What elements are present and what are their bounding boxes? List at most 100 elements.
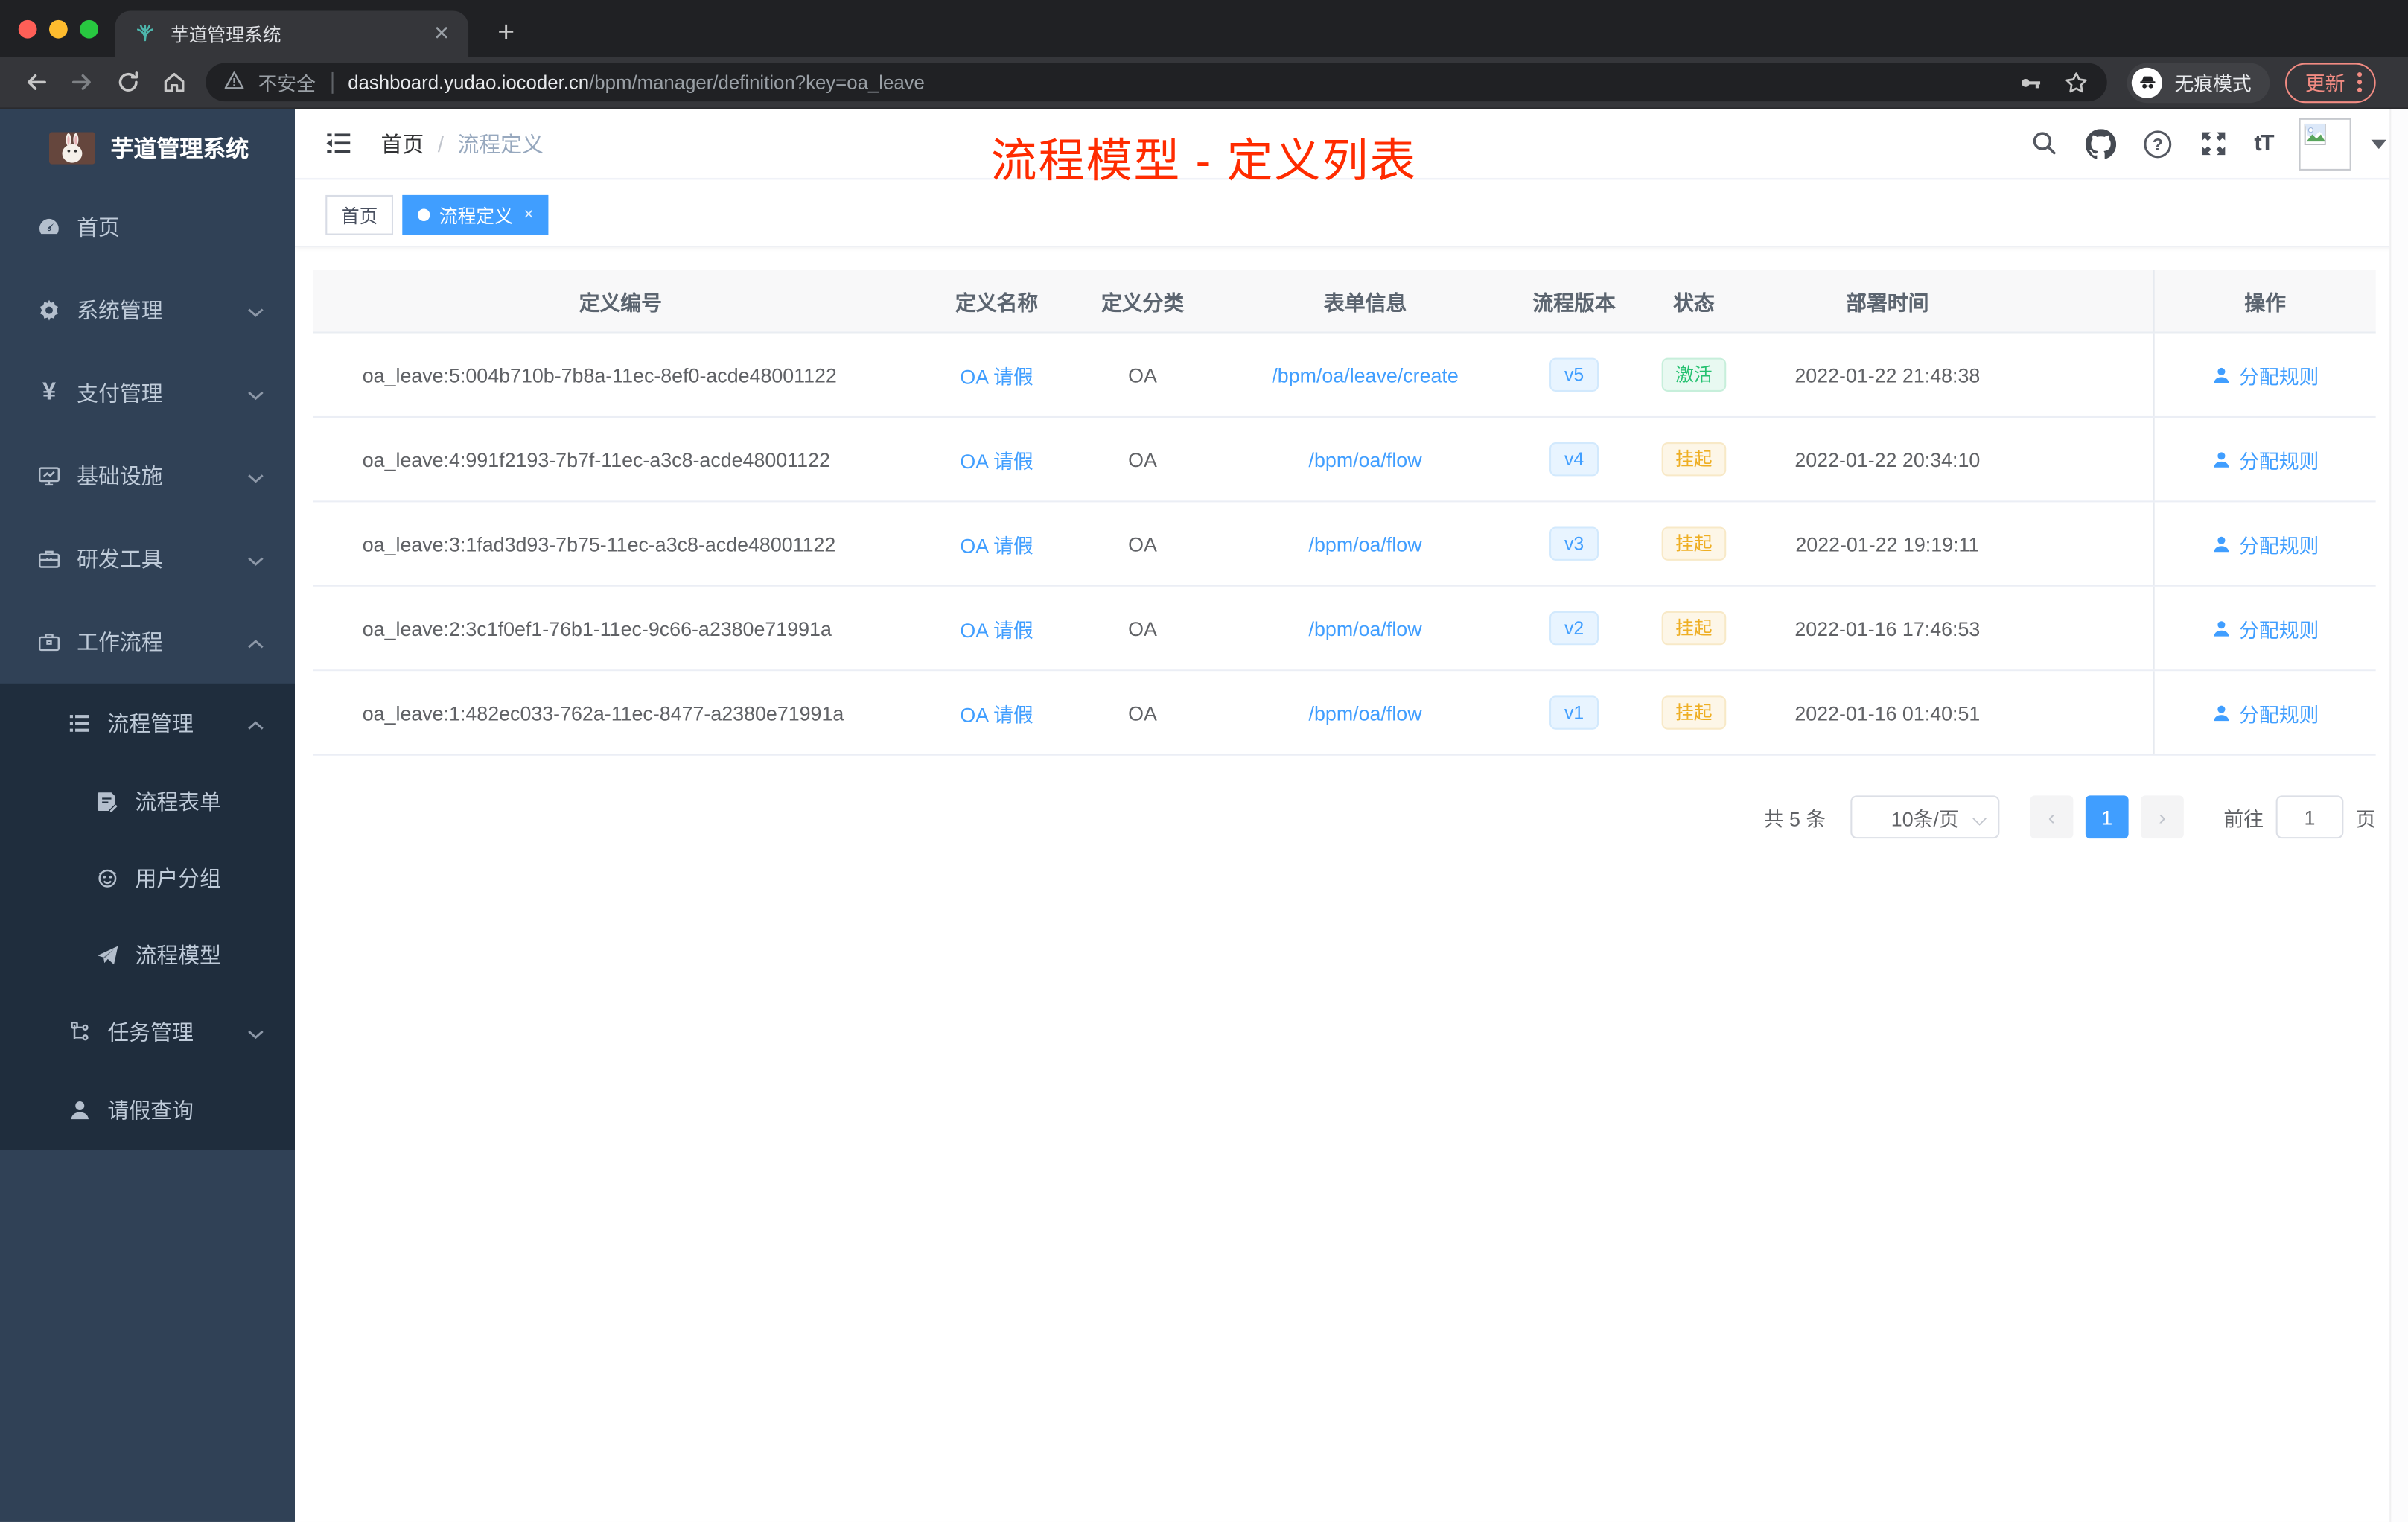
- password-key-icon[interactable]: [2018, 70, 2042, 95]
- sidebar-item-task-mgmt[interactable]: 任务管理: [0, 993, 295, 1070]
- status-badge: 挂起: [1661, 611, 1727, 646]
- assign-rule-label: 分配规则: [2239, 618, 2319, 642]
- sidebar-item-workflow[interactable]: 工作流程: [0, 600, 295, 683]
- column-header: 操作: [2153, 270, 2376, 332]
- chevron-down-icon: [247, 464, 264, 488]
- column-header: 部署时间: [1846, 291, 1929, 315]
- home-icon[interactable]: [153, 63, 194, 103]
- sidebar-item-payment[interactable]: ¥ 支付管理: [0, 351, 295, 434]
- avatar-dropdown-caret-icon[interactable]: [2371, 138, 2387, 149]
- assign-rule-link[interactable]: 分配规则: [2211, 698, 2319, 727]
- sidebar-item-process-form[interactable]: 流程表单: [0, 763, 295, 840]
- scrollbar-track[interactable]: [2389, 109, 2408, 1522]
- bookmark-star-icon[interactable]: [2064, 70, 2089, 95]
- paper-plane-icon: [95, 943, 120, 967]
- form-info-link[interactable]: /bpm/oa/flow: [1309, 701, 1422, 725]
- sidebar-item-infra[interactable]: 基础设施: [0, 435, 295, 518]
- page-number-1[interactable]: 1: [2085, 795, 2129, 839]
- url-host: dashboard.yudao.iocoder.cn: [348, 71, 590, 93]
- sidebar-item-label: 基础设施: [77, 463, 163, 488]
- sidebar-item-system[interactable]: 系统管理: [0, 269, 295, 351]
- definition-name-link[interactable]: OA 请假: [960, 618, 1033, 641]
- chevron-down-icon: [247, 547, 264, 571]
- sidebar: 芋道管理系统 首页 系统管理 ¥ 支付管理 基础设施 研发工具 工作流程 流程管…: [0, 109, 295, 1522]
- sidebar-item-process-model[interactable]: 流程模型: [0, 917, 295, 993]
- assign-rule-link[interactable]: 分配规则: [2211, 360, 2319, 389]
- form-edit-icon: [95, 789, 120, 815]
- yen-icon: ¥: [42, 379, 57, 406]
- search-icon[interactable]: [2030, 129, 2059, 158]
- tag-label: 首页: [340, 205, 378, 227]
- fullscreen-icon[interactable]: [2199, 129, 2228, 158]
- assign-rule-link[interactable]: 分配规则: [2211, 445, 2319, 474]
- goto-page-input[interactable]: [2275, 795, 2344, 839]
- sidebar-item-user-group[interactable]: 用户分组: [0, 840, 295, 917]
- tag-process-definition[interactable]: 流程定义 ×: [402, 194, 550, 235]
- maximize-window-button[interactable]: [80, 19, 98, 39]
- form-info-link[interactable]: /bpm/oa/flow: [1309, 448, 1422, 471]
- assign-rule-label: 分配规则: [2239, 364, 2319, 388]
- sidebar-item-devtools[interactable]: 研发工具: [0, 518, 295, 600]
- window-controls[interactable]: [18, 19, 98, 39]
- definition-name-link[interactable]: OA 请假: [960, 534, 1033, 557]
- definition-category: OA: [1128, 532, 1157, 555]
- assign-rule-link[interactable]: 分配规则: [2211, 614, 2319, 643]
- sidebar-item-label: 工作流程: [77, 629, 163, 655]
- definition-name-link[interactable]: OA 请假: [960, 365, 1033, 388]
- form-info-link[interactable]: /bpm/oa/leave/create: [1272, 363, 1458, 386]
- next-page-button[interactable]: ›: [2141, 795, 2184, 839]
- red-annotation-title: 流程模型 - 定义列表: [990, 136, 1418, 188]
- minimize-window-button[interactable]: [49, 19, 68, 39]
- back-icon[interactable]: [16, 63, 56, 103]
- chevron-up-icon: [247, 711, 264, 736]
- sidebar-item-label: 首页: [77, 214, 120, 240]
- definition-name-link[interactable]: OA 请假: [960, 703, 1033, 726]
- deploy-time: 2022-01-16 01:40:51: [1794, 701, 1981, 725]
- breadcrumb-separator: /: [437, 131, 444, 156]
- help-icon[interactable]: ?: [2142, 128, 2173, 159]
- page-size-select[interactable]: 10条/页: [1850, 795, 2000, 839]
- definition-category: OA: [1128, 448, 1157, 471]
- url-bar[interactable]: 不安全 dashboard.yudao.iocoder.cn/bpm/manag…: [206, 63, 2107, 102]
- form-info-link[interactable]: /bpm/oa/flow: [1309, 532, 1422, 555]
- sidebar-fold-icon[interactable]: [322, 128, 353, 159]
- close-window-button[interactable]: [18, 19, 37, 39]
- table-row: oa_leave:5:004b710b-7b8a-11ec-8ef0-acde4…: [313, 333, 2376, 418]
- status-badge: 挂起: [1661, 695, 1727, 730]
- table-row: oa_leave:1:482ec033-762a-11ec-8477-a2380…: [313, 671, 2376, 756]
- definition-category: OA: [1128, 701, 1157, 725]
- table-row: oa_leave:4:991f2193-7b7f-11ec-a3c8-acde4…: [313, 418, 2376, 503]
- app-logo[interactable]: 芋道管理系统: [0, 109, 295, 185]
- svg-text:?: ?: [2153, 134, 2163, 153]
- browser-update-button[interactable]: 更新: [2285, 62, 2376, 103]
- font-size-icon[interactable]: tT: [2254, 130, 2274, 156]
- definition-name-link[interactable]: OA 请假: [960, 449, 1033, 472]
- browser-tab[interactable]: 芋道管理系统 ✕: [115, 10, 469, 57]
- app-title: 芋道管理系统: [110, 136, 249, 162]
- sidebar-item-process-mgmt[interactable]: 流程管理: [0, 684, 295, 763]
- sidebar-item-home[interactable]: 首页: [0, 186, 295, 269]
- version-badge: v4: [1549, 442, 1599, 477]
- github-icon[interactable]: [2085, 128, 2116, 159]
- incognito-badge[interactable]: 无痕模式: [2127, 62, 2270, 103]
- user-icon: [2214, 535, 2229, 552]
- tag-close-icon[interactable]: ×: [523, 206, 533, 224]
- reload-icon[interactable]: [107, 63, 147, 103]
- tag-home[interactable]: 首页: [325, 194, 394, 235]
- form-info-link[interactable]: /bpm/oa/flow: [1309, 617, 1422, 640]
- org-tree-icon: [68, 1020, 92, 1045]
- sidebar-item-label: 任务管理: [107, 1019, 194, 1045]
- prev-page-button[interactable]: ‹: [2030, 795, 2074, 839]
- sidebar-item-leave-query[interactable]: 请假查询: [0, 1071, 295, 1150]
- avatar[interactable]: [2299, 117, 2351, 170]
- url-path: /bpm/manager/definition?key=oa_leave: [589, 71, 925, 93]
- definition-id: oa_leave:2:3c1f0ef1-76b1-11ec-9c66-a2380…: [362, 617, 832, 640]
- not-secure-label[interactable]: 不安全: [258, 68, 316, 97]
- new-tab-button[interactable]: +: [488, 14, 524, 54]
- forward-icon[interactable]: [62, 63, 102, 103]
- breadcrumb-home[interactable]: 首页: [381, 128, 424, 159]
- assign-rule-link[interactable]: 分配规则: [2211, 529, 2319, 558]
- tab-close-icon[interactable]: ✕: [430, 22, 453, 46]
- browser-menu-icon[interactable]: [2357, 71, 2363, 92]
- status-badge: 挂起: [1661, 442, 1727, 477]
